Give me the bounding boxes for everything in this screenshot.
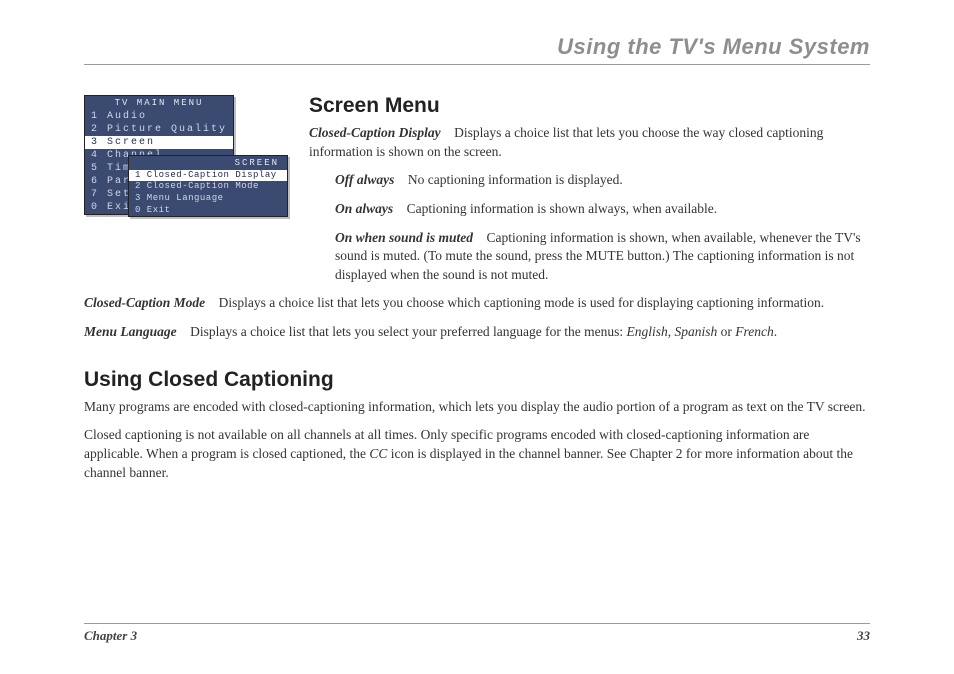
screen-submenu-osd: SCREEN 1 Closed-Caption Display2 Closed-… [128,155,288,217]
option-off-always: Off always No captioning information is … [335,171,870,190]
lang-sep1: , [668,324,675,339]
section-heading-closed-captioning: Using Closed Captioning [84,368,870,392]
cc-usage-p2: Closed captioning is not available on al… [84,426,870,482]
lang-spanish: Spanish [675,324,718,339]
submenu-item: 3 Menu Language [129,193,287,205]
lang-english: English [627,324,668,339]
lang-french: French [735,324,773,339]
footer-page-number: 33 [857,628,870,644]
term-cc-mode: Closed-Caption Mode [84,295,205,310]
main-menu-item: 1 Audio [85,110,233,123]
page-footer: Chapter 3 33 [84,623,870,644]
option-on-always: On always Captioning information is show… [335,200,870,219]
term-menu-language: Menu Language [84,324,177,339]
on-always-text: Captioning information is shown always, … [407,201,717,216]
menu-language-paragraph: Menu Language Displays a choice list tha… [84,323,870,342]
term-on-muted: On when sound is muted [335,230,473,245]
term-off-always: Off always [335,172,394,187]
cc-mode-paragraph: Closed-Caption Mode Displays a choice li… [84,294,870,313]
main-menu-item: 2 Picture Quality [85,123,233,136]
option-on-muted: On when sound is muted Captioning inform… [335,229,870,285]
header-title: Using the TV's Menu System [84,34,870,60]
submenu-title: SCREEN [129,156,287,170]
submenu-item: 0 Exit [129,205,287,217]
cc-display-paragraph: Closed-Caption Display Displays a choice… [309,124,870,161]
lang-end: . [774,324,777,339]
term-on-always: On always [335,201,393,216]
cc-icon: CC [369,446,387,461]
footer-chapter: Chapter 3 [84,628,137,644]
cc-usage-p1: Many programs are encoded with closed-ca… [84,398,870,417]
main-menu-title: TV MAIN MENU [85,96,233,110]
page-header: Using the TV's Menu System [84,34,870,65]
main-menu-item: 3 Screen [85,136,233,149]
cc-mode-text: Displays a choice list that lets you cho… [219,295,825,310]
submenu-item: 1 Closed-Caption Display [129,170,287,182]
body-content: Screen Menu Closed-Caption Display Displ… [309,92,870,492]
submenu-item: 2 Closed-Caption Mode [129,181,287,193]
tv-menu-screenshot: TV MAIN MENU 1 Audio2 Picture Quality3 S… [84,95,294,215]
section-heading-screen-menu: Screen Menu [309,94,870,118]
lang-sep2: or [717,324,735,339]
menu-language-text-a: Displays a choice list that lets you sel… [190,324,626,339]
off-always-text: No captioning information is displayed. [408,172,623,187]
term-cc-display: Closed-Caption Display [309,125,441,140]
